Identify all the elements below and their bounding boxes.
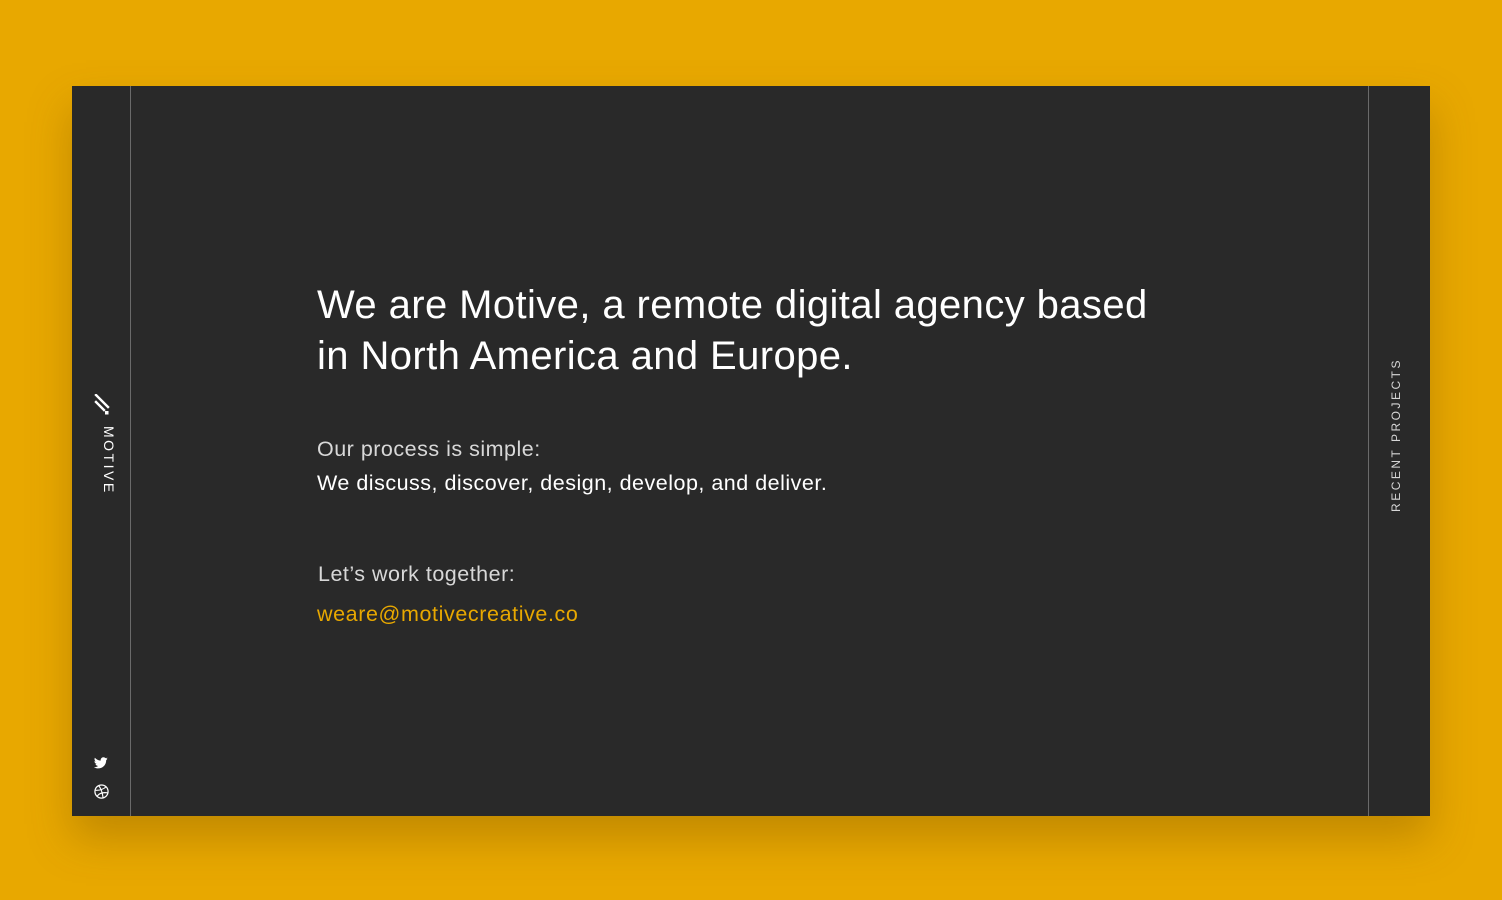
process-steps: We discuss, discover, design, develop, a… <box>317 471 828 495</box>
process-description: Our process is simple: We discuss, disco… <box>317 432 1177 500</box>
right-sidebar: RECENT PROJECTS <box>1368 86 1430 816</box>
contact-label: Let’s work together: <box>318 562 516 586</box>
motive-logo-icon <box>94 394 110 415</box>
dribbble-link[interactable] <box>92 782 110 800</box>
intro-section: We are Motive, a remote digital agency b… <box>317 280 1177 631</box>
process-intro: Our process is simple: <box>317 437 541 461</box>
twitter-icon <box>94 757 108 769</box>
left-sidebar: MOTIVE <box>72 86 131 816</box>
email-link[interactable]: weare@motivecreative.co <box>317 597 578 631</box>
twitter-link[interactable] <box>92 754 110 772</box>
recent-projects-link[interactable]: RECENT PROJECTS <box>1389 358 1403 512</box>
dribbble-icon <box>93 783 109 799</box>
brand-name: MOTIVE <box>101 426 117 495</box>
brand-logo[interactable]: MOTIVE <box>86 394 117 504</box>
main-panel: MOTIVE We are Motive, a remote digital a… <box>72 86 1430 816</box>
page-headline: We are Motive, a remote digital agency b… <box>317 283 1148 378</box>
